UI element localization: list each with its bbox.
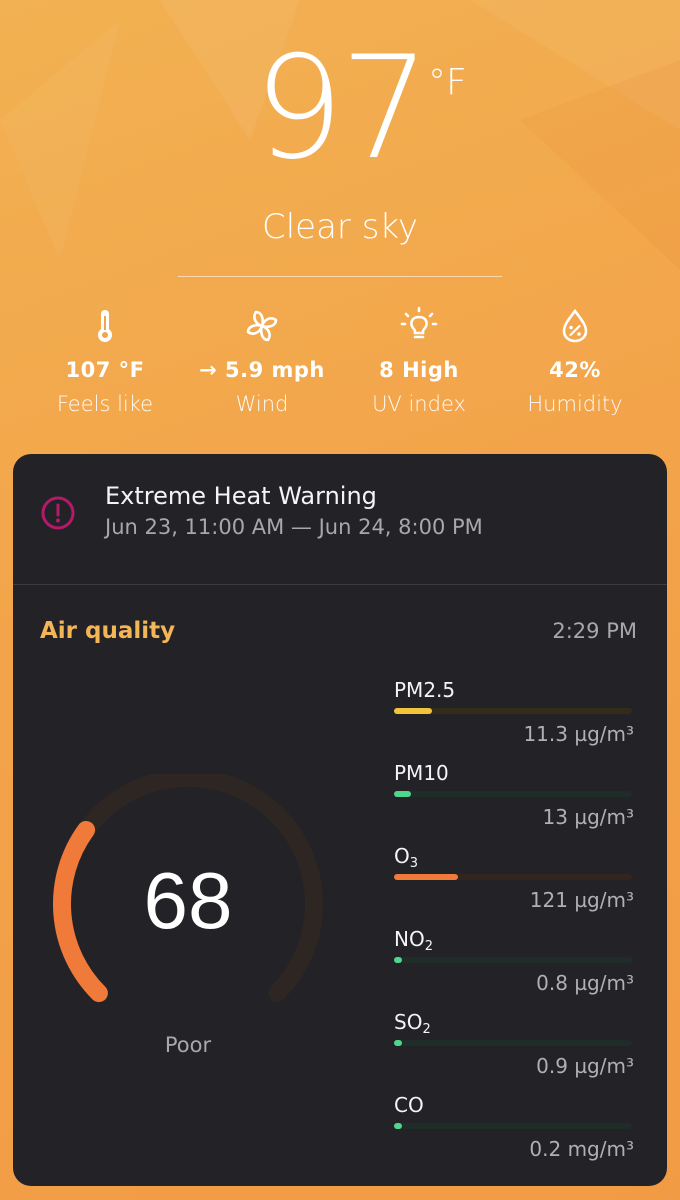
pollutant-value: 121 µg/m³ — [529, 888, 634, 912]
pollutant-bar-fill — [394, 708, 432, 714]
aqi-gauge-arc — [53, 820, 108, 1003]
details-card: Extreme Heat Warning Jun 23, 11:00 AM — … — [13, 454, 667, 1186]
stat-feels-like-label: Feels like — [56, 392, 154, 416]
stat-wind-label: Wind — [235, 392, 289, 416]
weather-stats: 107 °F Feels like → 5.9 mph Wind 8 High … — [0, 306, 680, 426]
weather-alert[interactable]: Extreme Heat Warning Jun 23, 11:00 AM — … — [13, 454, 667, 584]
temperature-unit: °F — [428, 62, 467, 103]
stat-uv: 8 High UV index — [334, 306, 504, 416]
card-divider — [13, 584, 667, 585]
pollutant-value: 11.3 µg/m³ — [523, 722, 634, 746]
stat-wind: → 5.9 mph Wind — [177, 306, 347, 416]
temperature-value: 97 — [253, 26, 431, 191]
thermometer-icon — [98, 310, 112, 342]
pollutant-bar-fill — [394, 1123, 402, 1129]
pollutant-name: SO2 — [394, 1010, 431, 1037]
aqi-value: 68 — [144, 856, 233, 945]
pollutant-bar-track — [394, 1040, 632, 1046]
pollutant-name: NO2 — [394, 927, 433, 954]
pollutant-value: 0.9 µg/m³ — [536, 1054, 634, 1078]
stat-humidity-value: 42% — [549, 358, 601, 382]
air-quality-time: 2:29 PM — [552, 619, 637, 643]
humidity-drop-icon — [562, 308, 588, 343]
pollutant-value: 13 µg/m³ — [542, 805, 634, 829]
pollutant-bar-fill — [394, 874, 458, 880]
stat-feels-like: 107 °F Feels like — [20, 306, 190, 416]
fan-icon — [246, 310, 278, 342]
stat-humidity: 42% Humidity — [490, 306, 660, 416]
pollutant-bar-track — [394, 1123, 632, 1129]
aqi-level: Poor — [164, 1033, 212, 1057]
stat-uv-value: 8 High — [379, 358, 459, 382]
pollutant-name: PM10 — [394, 761, 449, 785]
pollutant-bar-track — [394, 708, 632, 714]
stat-uv-label: UV index — [372, 392, 466, 416]
pollutant-bar-fill — [394, 1040, 402, 1046]
pollutant-value: 0.8 µg/m³ — [536, 971, 634, 995]
stat-feels-like-value: 107 °F — [65, 358, 145, 382]
current-weather: 97 °F Clear sky 107 °F Feels like → 5.9 … — [0, 0, 680, 450]
pollutant-bar-track — [394, 791, 632, 797]
stat-humidity-label: Humidity — [527, 392, 623, 416]
pollutant-bar-fill — [394, 957, 402, 963]
pollutant-bar-fill — [394, 791, 411, 797]
aqi-gauge: 68 — [53, 774, 323, 1003]
pollutant-name: CO — [394, 1093, 424, 1117]
pollutant-value: 0.2 mg/m³ — [529, 1137, 634, 1161]
hero-divider — [178, 276, 502, 277]
air-quality-title: Air quality — [40, 618, 176, 644]
pollutant-name: PM2.5 — [394, 678, 456, 702]
pollutant-bar-track — [394, 957, 632, 963]
pollutant-bar-track — [394, 874, 632, 880]
stat-wind-value: → 5.9 mph — [199, 358, 325, 382]
alert-circle-icon — [41, 496, 75, 530]
pollutant-name: O3 — [394, 844, 419, 871]
lightbulb-icon — [400, 306, 438, 339]
alert-time-range: Jun 23, 11:00 AM — Jun 24, 8:00 PM — [105, 515, 483, 539]
alert-title: Extreme Heat Warning — [105, 482, 377, 510]
condition-text: Clear sky — [261, 207, 419, 247]
